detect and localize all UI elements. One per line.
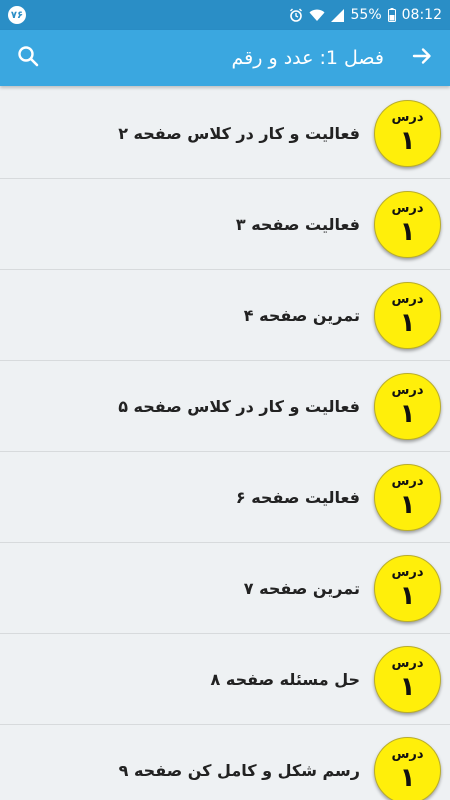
badge-label: درس <box>391 292 424 307</box>
badge-number: ۱ <box>399 581 416 611</box>
lesson-badge: درس ۱ <box>374 99 441 167</box>
lesson-badge: درس ۱ <box>374 463 441 531</box>
lesson-badge: درس ۱ <box>374 190 441 258</box>
lesson-badge: درس ۱ <box>374 736 441 800</box>
badge-number: ۱ <box>399 217 416 247</box>
alarm-icon <box>289 8 303 22</box>
lesson-badge: درس ۱ <box>374 645 441 713</box>
badge-label: درس <box>391 110 424 125</box>
lesson-title: فعالیت صفحه ۳ <box>235 214 360 234</box>
search-button[interactable] <box>12 42 44 74</box>
list-item[interactable]: فعالیت صفحه ۶ درس ۱ <box>0 452 450 543</box>
badge-number: ۱ <box>399 308 416 338</box>
badge-number: ۱ <box>399 399 416 429</box>
status-time: 08:12 <box>401 7 442 23</box>
lesson-title: رسم شکل و کامل کن صفحه ۹ <box>118 760 360 780</box>
title-wrap: فصل 1: عدد و رقم <box>44 47 406 69</box>
lesson-badge: درس ۱ <box>374 372 441 440</box>
badge-label: درس <box>391 383 424 398</box>
list-item[interactable]: فعالیت و کار در کلاس صفحه ۲ درس ۱ <box>0 88 450 179</box>
badge-number: ۱ <box>399 672 416 702</box>
status-right: 55% 08:12 <box>289 7 442 23</box>
lesson-title: حل مسئله صفحه ۸ <box>210 669 360 689</box>
battery-icon <box>387 8 396 22</box>
badge-number: ۱ <box>399 490 416 520</box>
lesson-title: تمرین صفحه ۴ <box>243 305 360 325</box>
badge-label: درس <box>391 656 424 671</box>
list-item[interactable]: تمرین صفحه ۷ درس ۱ <box>0 543 450 634</box>
list-item[interactable]: فعالیت و کار در کلاس صفحه ۵ درس ۱ <box>0 361 450 452</box>
badge-number: ۱ <box>399 126 416 156</box>
lesson-list: فعالیت و کار در کلاس صفحه ۲ درس ۱ فعالیت… <box>0 88 450 800</box>
app-bar: فصل 1: عدد و رقم <box>0 30 450 86</box>
status-bar: ٧۶ 55% 08:12 <box>0 0 450 30</box>
list-item[interactable]: حل مسئله صفحه ۸ درس ۱ <box>0 634 450 725</box>
signal-icon <box>330 8 345 22</box>
status-left: ٧۶ <box>8 6 26 24</box>
list-item[interactable]: تمرین صفحه ۴ درس ۱ <box>0 270 450 361</box>
lesson-title: فعالیت و کار در کلاس صفحه ۲ <box>118 123 360 143</box>
badge-label: درس <box>391 747 424 762</box>
badge-label: درس <box>391 201 424 216</box>
battery-percent: 55% <box>350 7 382 23</box>
notification-badge: ٧۶ <box>8 6 26 24</box>
list-item[interactable]: فعالیت صفحه ۳ درس ۱ <box>0 179 450 270</box>
lesson-title: تمرین صفحه ۷ <box>243 578 360 598</box>
wifi-icon <box>309 9 325 22</box>
lesson-title: فعالیت صفحه ۶ <box>235 487 360 507</box>
badge-label: درس <box>391 565 424 580</box>
badge-number: ۱ <box>399 763 416 793</box>
page-title: فصل 1: عدد و رقم <box>231 47 384 69</box>
search-icon <box>17 45 39 71</box>
lesson-badge: درس ۱ <box>374 281 441 349</box>
list-item[interactable]: رسم شکل و کامل کن صفحه ۹ درس ۱ <box>0 725 450 800</box>
lesson-title: فعالیت و کار در کلاس صفحه ۵ <box>118 396 360 416</box>
back-button[interactable] <box>406 42 438 74</box>
arrow-right-icon <box>411 45 433 71</box>
badge-label: درس <box>391 474 424 489</box>
lesson-badge: درس ۱ <box>374 554 441 622</box>
